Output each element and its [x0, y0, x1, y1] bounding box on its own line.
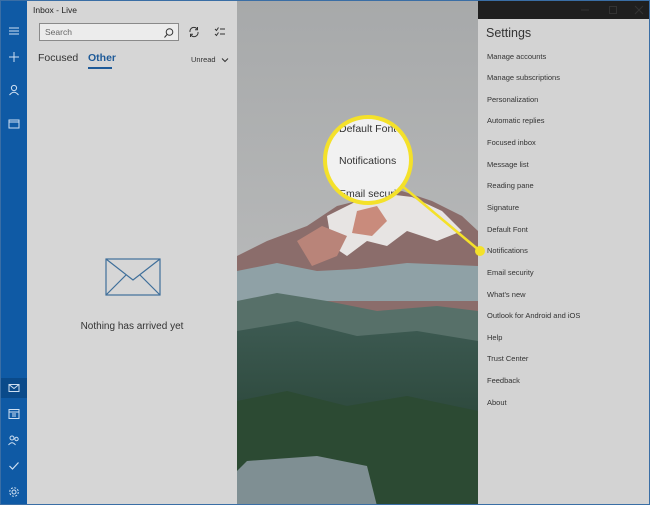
message-list-pane: Search Focused Other Unread Nothing has …: [27, 1, 237, 504]
window-title: Inbox - Live: [33, 5, 77, 15]
settings-item-about[interactable]: About: [487, 398, 507, 407]
mail-button[interactable]: [1, 378, 27, 398]
settings-item-signature[interactable]: Signature: [487, 203, 519, 212]
chevron-down-icon: [221, 58, 229, 63]
filter-label: Unread: [191, 55, 216, 64]
tab-other[interactable]: Other: [88, 52, 116, 64]
search-placeholder: Search: [45, 27, 72, 37]
search-input[interactable]: Search: [39, 23, 179, 41]
settings-item-whats-new[interactable]: What's new: [487, 290, 526, 299]
filter-dropdown[interactable]: Unread: [191, 55, 229, 64]
gear-icon: [9, 487, 19, 497]
calendar-button[interactable]: [1, 404, 27, 424]
search-icon[interactable]: [163, 26, 175, 44]
person-icon: [9, 84, 19, 96]
settings-item-manage-subscriptions[interactable]: Manage subscriptions: [487, 73, 560, 82]
background-landscape-image: [237, 1, 478, 504]
mail-icon: [8, 384, 20, 392]
envelope-icon: [105, 258, 161, 296]
people-button[interactable]: [1, 430, 27, 450]
minimize-icon: [581, 9, 589, 11]
tab-focused[interactable]: Focused: [38, 52, 78, 64]
people-icon: [8, 435, 19, 446]
settings-item-personalization[interactable]: Personalization: [487, 95, 538, 104]
minimize-button[interactable]: [571, 1, 599, 19]
hamburger-menu-button[interactable]: [1, 21, 27, 41]
settings-item-outlook-mobile[interactable]: Outlook for Android and iOS: [487, 311, 580, 320]
calendar-icon: [8, 409, 20, 419]
checklist-icon: [214, 27, 225, 37]
callout-text-focus: Notifications: [339, 155, 397, 167]
settings-button[interactable]: [1, 482, 27, 502]
sync-icon: [189, 26, 199, 38]
settings-title: Settings: [486, 26, 532, 40]
settings-item-reading-pane[interactable]: Reading pane: [487, 181, 534, 190]
settings-item-email-security[interactable]: Email security: [487, 268, 534, 277]
close-button[interactable]: [625, 1, 649, 19]
callout-text-below: Email security: [339, 188, 405, 200]
tab-selected-indicator: [88, 67, 112, 69]
folder-icon: [8, 119, 20, 128]
sync-button[interactable]: [185, 23, 203, 41]
maximize-icon: [609, 6, 617, 14]
settings-item-message-list[interactable]: Message list: [487, 160, 529, 169]
title-bar: Inbox - Live: [1, 1, 649, 19]
settings-item-trust-center[interactable]: Trust Center: [487, 354, 528, 363]
new-mail-button[interactable]: [1, 47, 27, 67]
mail-app-window: Inbox - Live Search Focused Other Unread…: [0, 0, 650, 505]
accounts-button[interactable]: [1, 80, 27, 100]
empty-state-message: Nothing has arrived yet: [80, 321, 184, 332]
navigation-rail: [1, 1, 27, 504]
magnifier-callout: Default Font Notifications Email securit…: [323, 115, 413, 205]
settings-pane: Settings Manage accounts Manage subscrip…: [478, 19, 649, 504]
callout-text-above: Default Font: [339, 123, 397, 135]
selection-mode-button[interactable]: [211, 23, 229, 41]
close-icon: [634, 5, 644, 15]
settings-item-focused-inbox[interactable]: Focused inbox: [487, 138, 536, 147]
hamburger-icon: [9, 27, 19, 35]
settings-item-manage-accounts[interactable]: Manage accounts: [487, 52, 546, 61]
plus-icon: [9, 52, 19, 62]
settings-item-help[interactable]: Help: [487, 333, 502, 342]
maximize-button[interactable]: [599, 1, 627, 19]
settings-item-default-font[interactable]: Default Font: [487, 225, 528, 234]
settings-item-automatic-replies[interactable]: Automatic replies: [487, 116, 545, 125]
todo-button[interactable]: [1, 456, 27, 476]
settings-item-feedback[interactable]: Feedback: [487, 376, 520, 385]
settings-item-notifications[interactable]: Notifications: [487, 246, 528, 255]
folders-button[interactable]: [1, 113, 27, 133]
todo-icon: [9, 462, 19, 470]
